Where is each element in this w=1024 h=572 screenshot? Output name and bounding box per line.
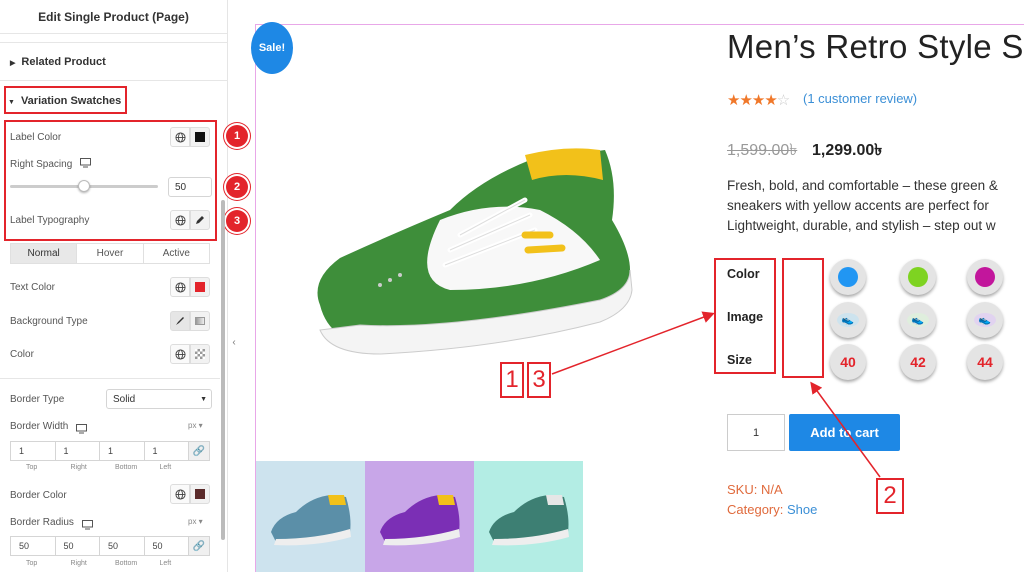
annotation-label-1: 1 xyxy=(500,362,524,398)
annotation-arrows xyxy=(551,311,881,478)
annotation-label-2: 2 xyxy=(876,478,904,514)
annotation-label-3: 3 xyxy=(527,362,551,398)
editor-screen: Edit Single Product (Page) ▶ Related Prod… xyxy=(0,0,1024,572)
